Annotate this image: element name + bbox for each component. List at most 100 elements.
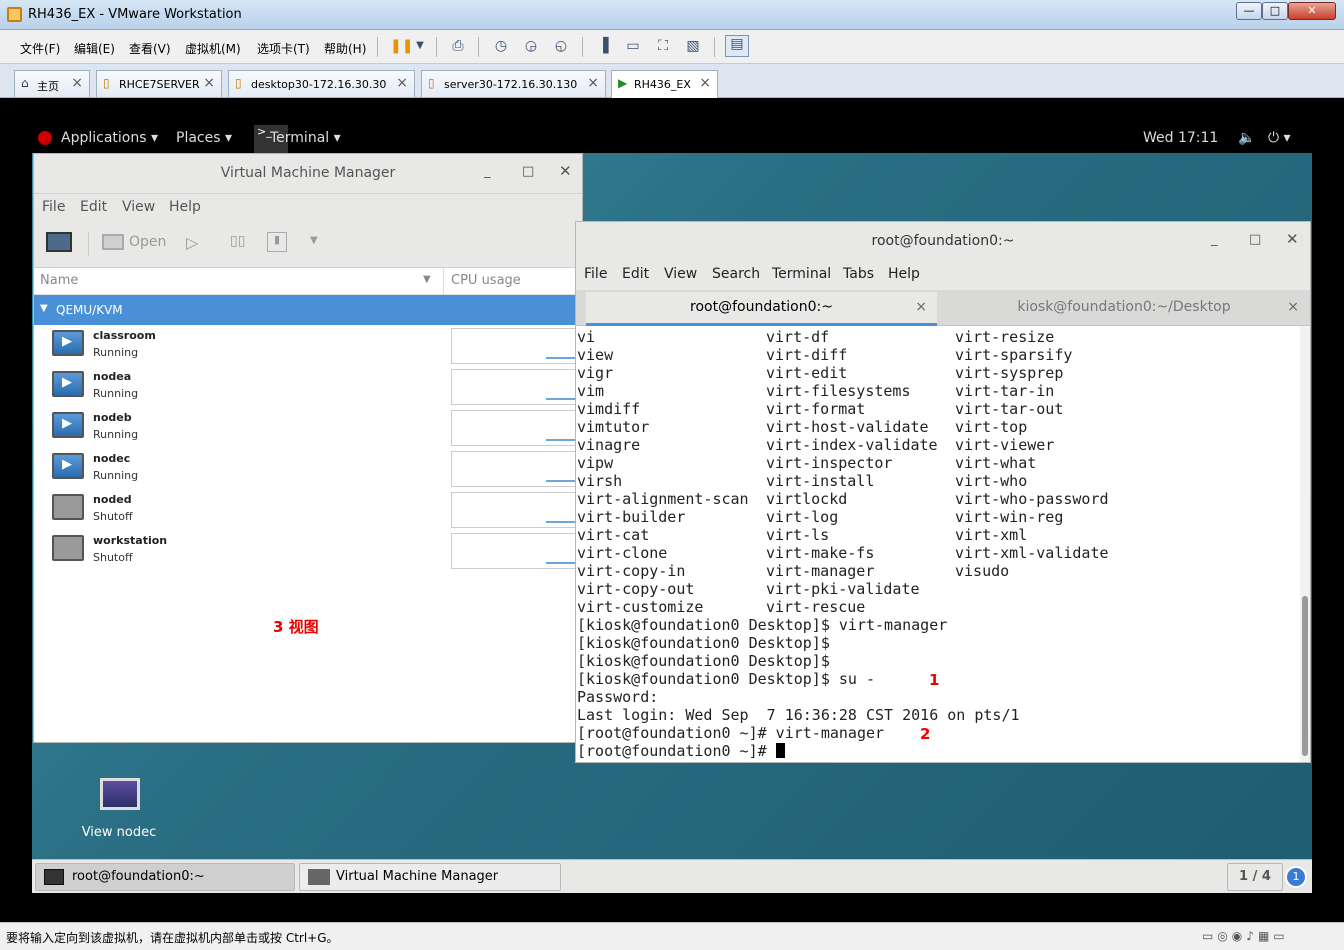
unity-icon[interactable]: ▧ (684, 38, 702, 54)
menu-help[interactable]: 帮助(H) (324, 40, 366, 57)
menu-file[interactable]: 文件(F) (20, 40, 60, 57)
close-tab-icon[interactable]: × (203, 75, 215, 91)
snapshot-take-icon[interactable]: ◷ (492, 38, 510, 54)
vmm-window: Virtual Machine Manager _ □ ✕ File Edit … (33, 153, 583, 743)
terminal-tab-root[interactable]: root@foundation0:~ × (586, 292, 937, 326)
completion-item: virt-resize (955, 328, 1055, 346)
send-keys-icon[interactable]: ⎙ (449, 38, 467, 54)
device-icons[interactable]: ▭◎◉♪▦▭ (1202, 929, 1289, 943)
close-tab-icon[interactable]: × (699, 75, 711, 91)
notification-icon[interactable]: 1 (1285, 866, 1307, 888)
open-button[interactable]: Open (129, 234, 166, 250)
pause-icon[interactable]: ▯▯ (230, 233, 245, 249)
vm-row[interactable]: nodeb Running (34, 407, 582, 448)
workspace-switcher[interactable]: 1 / 4 (1227, 863, 1283, 891)
close-tab-icon[interactable]: × (587, 75, 599, 91)
desktop-icon-view-nodec[interactable]: View nodec (74, 775, 164, 845)
minimize-button[interactable]: _ (1211, 232, 1218, 247)
cpu-usage-graph (451, 492, 581, 528)
menu-tabs[interactable]: 选项卡(T) (257, 40, 310, 57)
close-button[interactable]: ✕ (1288, 2, 1336, 20)
vmware-tabbar: ⌂ 主页 × ▯ RHCE7SERVER × ▯ desktop30-172.1… (0, 64, 1344, 98)
menu-view[interactable]: View (664, 266, 697, 282)
terminal-output[interactable]: vi virt-df virt-resize view virt-diff virt-sp… (576, 326, 1300, 762)
snapshot-manager-icon[interactable]: ◵ (552, 38, 570, 54)
tab-rh436-ex[interactable]: ▶ RH436_EX × (611, 70, 718, 98)
thumbnail-view-icon[interactable]: ▤ (725, 35, 749, 57)
menu-search[interactable]: Search (712, 266, 760, 282)
completion-item: virt-what (955, 454, 1037, 472)
volume-icon[interactable]: 🔈 (1238, 130, 1255, 146)
completion-item: virt-index-validate (766, 436, 938, 454)
console-view-icon[interactable]: ▭ (624, 38, 642, 54)
menu-view[interactable]: View (122, 199, 155, 215)
run-icon[interactable]: ▷ (186, 233, 198, 252)
close-button[interactable]: ✕ (1286, 230, 1299, 248)
menu-help[interactable]: Help (888, 266, 920, 282)
menu-vm[interactable]: 虚拟机(M) (185, 40, 241, 57)
close-tab-icon[interactable]: × (1287, 292, 1299, 322)
maximize-button[interactable]: □ (1249, 232, 1261, 247)
menu-tabs[interactable]: Tabs (843, 266, 874, 282)
places-menu[interactable]: Places ▾ (176, 130, 232, 146)
menu-help[interactable]: Help (169, 199, 201, 215)
dropdown-icon[interactable]: ▼ (310, 235, 318, 246)
vm-status: Running (93, 428, 139, 441)
minimize-button[interactable]: _ (484, 164, 491, 179)
completion-item: virtlockd (766, 490, 848, 508)
expand-icon[interactable]: ▼ (40, 303, 48, 314)
window-title: RH436_EX - VMware Workstation (28, 7, 242, 22)
vm-row[interactable]: workstation Shutoff (34, 530, 582, 571)
new-vm-icon[interactable] (46, 232, 72, 252)
pause-icon[interactable]: ❚❚ (390, 38, 413, 54)
annotation-1: 1 (929, 671, 940, 689)
tab-desktop30[interactable]: ▯ desktop30-172.16.30.30 × (228, 70, 415, 97)
maximize-button[interactable]: □ (1262, 2, 1288, 20)
maximize-button[interactable]: □ (522, 164, 534, 179)
annotation-2: 2 (920, 725, 931, 743)
completion-item: vinagre (577, 436, 641, 454)
monitor-icon (100, 778, 140, 810)
applications-menu[interactable]: Applications ▾ (61, 130, 158, 146)
menu-edit[interactable]: 编辑(E) (74, 40, 115, 57)
show-library-icon[interactable]: ▐ (594, 38, 612, 54)
menu-edit[interactable]: Edit (622, 266, 649, 282)
close-tab-icon[interactable]: × (71, 75, 83, 91)
taskbar-item-terminal[interactable]: root@foundation0:~ (35, 863, 295, 891)
terminal-tab-kiosk[interactable]: kiosk@foundation0:~/Desktop × (939, 292, 1309, 326)
menu-edit[interactable]: Edit (80, 199, 107, 215)
menu-terminal[interactable]: Terminal (772, 266, 831, 282)
vm-row[interactable]: noded Shutoff (34, 489, 582, 530)
cpu-usage-graph (451, 451, 581, 487)
shutdown-icon[interactable]: ▮ (267, 232, 287, 252)
completion-item: virt-cat (577, 526, 650, 544)
menu-file[interactable]: File (42, 199, 65, 215)
guest-screen[interactable]: Applications ▾ Places ▾ >_ Terminal ▾ We… (32, 125, 1312, 893)
tab-rhce7server[interactable]: ▯ RHCE7SERVER × (96, 70, 222, 97)
close-tab-icon[interactable]: × (915, 292, 927, 322)
menu-file[interactable]: File (584, 266, 607, 282)
close-button[interactable]: ✕ (559, 162, 572, 180)
completion-item: virt-top (955, 418, 1028, 436)
vm-row[interactable]: nodec Running (34, 448, 582, 489)
tab-home[interactable]: ⌂ 主页 × (14, 70, 90, 97)
taskbar-item-vmm[interactable]: Virtual Machine Manager (299, 863, 561, 891)
dropdown-icon[interactable]: ▼ (411, 38, 429, 54)
sort-icon[interactable]: ▼ (423, 274, 431, 285)
tab-server30[interactable]: ▯ server30-172.16.30.130 × (421, 70, 606, 97)
clock[interactable]: Wed 17:11 (1143, 130, 1218, 146)
column-name[interactable]: Name (40, 273, 78, 288)
power-icon[interactable]: ⏻ ▾ (1268, 130, 1291, 146)
connection-row-qemu-kvm[interactable]: ▼ QEMU/KVM (34, 295, 582, 325)
menu-view[interactable]: 查看(V) (129, 40, 171, 57)
minimize-button[interactable]: — (1236, 2, 1262, 20)
vm-row[interactable]: classroom Running (34, 325, 582, 366)
fullscreen-icon[interactable]: ⛶ (654, 38, 672, 54)
column-cpu-usage[interactable]: CPU usage (451, 273, 521, 288)
terminal-menu[interactable]: Terminal ▾ (270, 130, 341, 146)
vm-row[interactable]: nodea Running (34, 366, 582, 407)
completion-item: virt-edit (766, 364, 848, 382)
terminal-scrollbar[interactable] (1300, 326, 1310, 762)
close-tab-icon[interactable]: × (396, 75, 408, 91)
snapshot-revert-icon[interactable]: ◶ (522, 38, 540, 54)
